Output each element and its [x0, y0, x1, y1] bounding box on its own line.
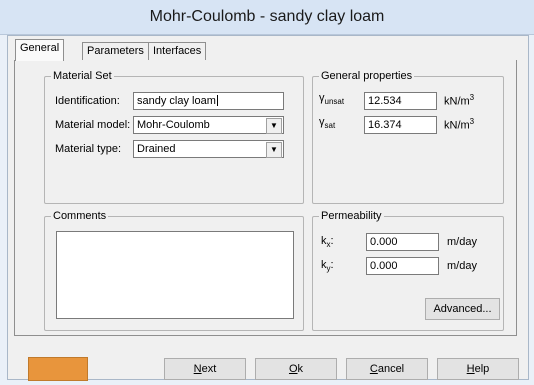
- identification-label: Identification:: [55, 95, 120, 107]
- tab-parameters[interactable]: Parameters: [82, 42, 149, 60]
- advanced-button[interactable]: Advanced...: [425, 298, 500, 320]
- gamma-sat-label: γsat: [319, 116, 336, 131]
- general-properties-legend: General properties: [319, 70, 415, 83]
- comments-legend: Comments: [51, 210, 109, 223]
- material-type-select[interactable]: Drained ▼: [133, 140, 284, 158]
- title-bar: Mohr-Coulomb - sandy clay loam: [0, 0, 534, 35]
- permeability-legend: Permeability: [319, 210, 384, 223]
- comments-textarea[interactable]: [56, 231, 294, 319]
- next-button[interactable]: Next: [164, 358, 246, 380]
- window-title: Mohr-Coulomb - sandy clay loam: [149, 8, 385, 25]
- identification-value: sandy clay loam: [137, 95, 216, 107]
- permeability-group: Permeability kx: 0.000 m/day ky: 0.000 m…: [312, 210, 504, 331]
- kx-field[interactable]: 0.000: [366, 233, 439, 251]
- ok-button[interactable]: Ok: [255, 358, 337, 380]
- status-indicator: [28, 357, 88, 381]
- material-model-select[interactable]: Mohr-Coulomb ▼: [133, 116, 284, 134]
- material-model-value: Mohr-Coulomb: [137, 119, 210, 131]
- material-model-label: Material model:: [55, 119, 131, 131]
- cancel-button[interactable]: Cancel: [346, 358, 428, 380]
- text-caret: [216, 95, 218, 106]
- gamma-unsat-unit: kN/m3: [444, 93, 475, 108]
- material-type-label: Material type:: [55, 143, 122, 155]
- ky-field[interactable]: 0.000: [366, 257, 439, 275]
- kx-label: kx:: [321, 235, 334, 250]
- gamma-unsat-field[interactable]: 12.534: [364, 92, 437, 110]
- general-tab-page: Material Set Identification: sandy clay …: [14, 60, 517, 336]
- material-set-group: Material Set Identification: sandy clay …: [44, 70, 304, 204]
- chevron-down-icon[interactable]: ▼: [266, 118, 282, 134]
- ky-unit: m/day: [447, 260, 477, 272]
- comments-group: Comments: [44, 210, 304, 331]
- identification-field[interactable]: sandy clay loam: [133, 92, 284, 110]
- chevron-down-icon[interactable]: ▼: [266, 142, 282, 158]
- gamma-unsat-label: γunsat: [319, 92, 345, 107]
- general-properties-group: General properties γunsat 12.534 kN/m3 γ…: [312, 70, 504, 204]
- kx-unit: m/day: [447, 236, 477, 248]
- material-set-legend: Material Set: [51, 70, 114, 83]
- gamma-sat-field[interactable]: 16.374: [364, 116, 437, 134]
- tab-general[interactable]: General: [15, 39, 65, 61]
- help-button[interactable]: Help: [437, 358, 519, 380]
- material-type-value: Drained: [137, 143, 176, 155]
- tab-interfaces[interactable]: Interfaces: [148, 42, 207, 60]
- gamma-sat-unit: kN/m3: [444, 117, 475, 132]
- ky-label: ky:: [321, 259, 334, 274]
